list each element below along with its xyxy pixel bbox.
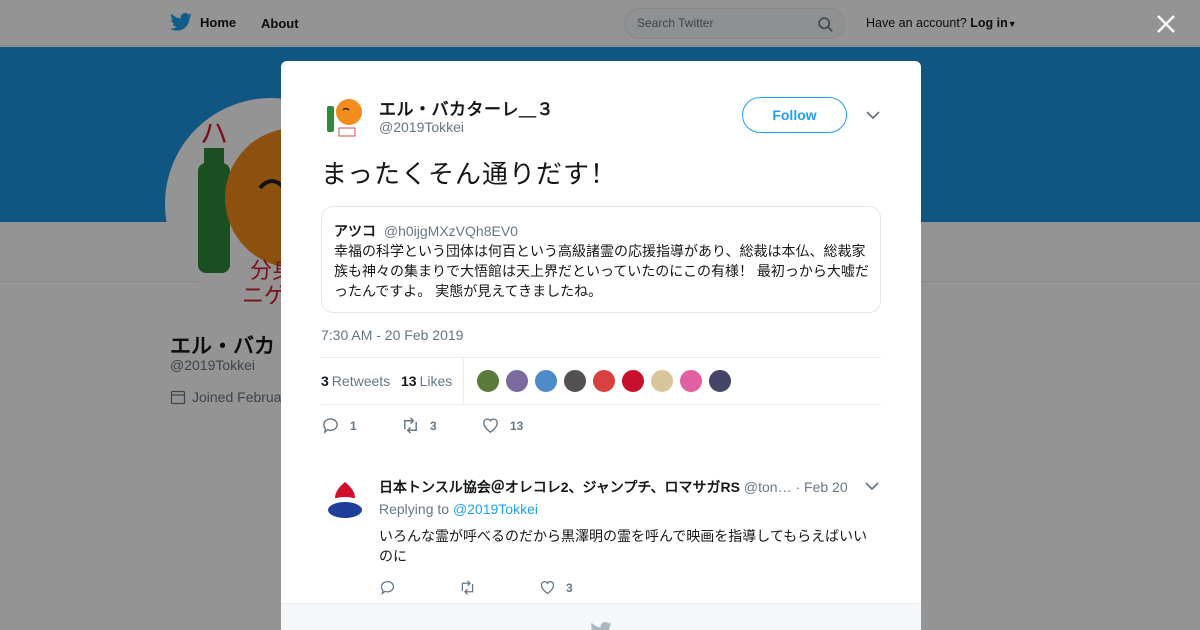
likes-stat[interactable]: 13 Likes bbox=[401, 373, 452, 389]
reply-retweet-button[interactable] bbox=[459, 579, 539, 596]
tweet-stats: 3 Retweets 13 Likes bbox=[321, 357, 881, 405]
reply-reply-button[interactable] bbox=[379, 579, 459, 596]
heart-icon bbox=[483, 418, 498, 433]
author-name[interactable]: エル・バカターレ＿３ bbox=[379, 95, 554, 120]
reply-author-handle[interactable]: @ton… bbox=[744, 479, 792, 495]
reply-header: 日本トンスル協会＠オレコレ2、ジャンプチ、ロマサガRS @ton… · Feb … bbox=[379, 477, 859, 497]
reply-icon bbox=[323, 418, 338, 434]
reply-actions: 3 bbox=[379, 579, 619, 596]
quoted-tweet[interactable]: アツコ @h0ijgMXzVQh8EV0 幸福の科学という団体は何百という高級諸… bbox=[321, 206, 881, 313]
reply-count: 1 bbox=[350, 418, 357, 433]
retweets-stat[interactable]: 3 Retweets bbox=[321, 373, 390, 389]
like-button[interactable]: 13 bbox=[481, 416, 561, 435]
reply-button[interactable]: 1 bbox=[321, 416, 401, 435]
twitter-bird-icon bbox=[591, 622, 612, 630]
liker-avatar[interactable] bbox=[708, 369, 732, 393]
retweet-icon bbox=[461, 580, 474, 595]
close-icon[interactable] bbox=[1154, 12, 1178, 36]
tweet-text: まったくそん通りだす！ bbox=[321, 159, 617, 189]
retweets-count: 3 bbox=[321, 373, 329, 389]
stats-divider bbox=[463, 358, 464, 405]
reply-text: いろんな霊が呼べるのだから黒澤明の霊を呼んで映画を指導してもらえばいいのに bbox=[379, 528, 868, 564]
heart-icon bbox=[540, 581, 555, 595]
reply-avatar-image bbox=[321, 476, 369, 524]
quoted-tweet-header: アツコ @h0ijgMXzVQh8EV0 bbox=[334, 221, 518, 241]
reply-author-name[interactable]: 日本トンスル協会＠オレコレ2、ジャンプチ、ロマサガRS bbox=[379, 479, 740, 495]
like-count: 13 bbox=[510, 418, 524, 433]
follow-button[interactable]: Follow bbox=[742, 97, 847, 133]
liker-avatar[interactable] bbox=[563, 369, 587, 393]
liker-avatars bbox=[476, 369, 732, 393]
quoted-tweet-text: 幸福の科学という団体は何百という高級諸霊の応援指導があり、総裁は本仏、総裁家族も… bbox=[334, 243, 869, 299]
retweet-button[interactable]: 3 bbox=[401, 416, 481, 435]
tweet-actions: 1 3 13 bbox=[321, 416, 561, 435]
modal-footer bbox=[281, 603, 921, 630]
retweet-count: 3 bbox=[430, 418, 437, 433]
reply-icon bbox=[380, 580, 395, 596]
chevron-down-icon[interactable] bbox=[865, 109, 881, 121]
author-avatar-image bbox=[321, 92, 369, 140]
reply-like-button[interactable]: 3 bbox=[539, 579, 619, 596]
liker-avatar[interactable] bbox=[592, 369, 616, 393]
retweets-label: Retweets bbox=[331, 373, 391, 389]
replying-to-link[interactable]: @2019Tokkei bbox=[453, 501, 538, 517]
likes-label: Likes bbox=[419, 373, 453, 389]
chevron-down-icon[interactable] bbox=[865, 481, 879, 491]
quoted-author-handle: @h0ijgMXzVQh8EV0 bbox=[383, 223, 518, 239]
author-handle[interactable]: @2019Tokkei bbox=[379, 119, 464, 135]
tweet-modal: エル・バカターレ＿３ @2019Tokkei Follow まったくそん通りだす… bbox=[281, 61, 921, 630]
likes-count: 13 bbox=[401, 373, 417, 389]
retweet-icon bbox=[404, 417, 417, 434]
quoted-author-name: アツコ bbox=[334, 223, 376, 239]
replying-to: Replying to @2019Tokkei bbox=[379, 501, 538, 517]
liker-avatar[interactable] bbox=[650, 369, 674, 393]
liker-avatar[interactable] bbox=[534, 369, 558, 393]
liker-avatar[interactable] bbox=[679, 369, 703, 393]
liker-avatar[interactable] bbox=[621, 369, 645, 393]
reply-like-count: 3 bbox=[566, 580, 573, 595]
author-avatar[interactable] bbox=[321, 92, 369, 140]
replying-to-prefix: Replying to bbox=[379, 501, 450, 517]
reply-time[interactable]: · Feb 20 bbox=[795, 479, 847, 495]
liker-avatar[interactable] bbox=[505, 369, 529, 393]
reply-author-avatar[interactable] bbox=[321, 476, 369, 524]
liker-avatar[interactable] bbox=[476, 369, 500, 393]
tweet-timestamp[interactable]: 7:30 AM - 20 Feb 2019 bbox=[321, 327, 463, 343]
